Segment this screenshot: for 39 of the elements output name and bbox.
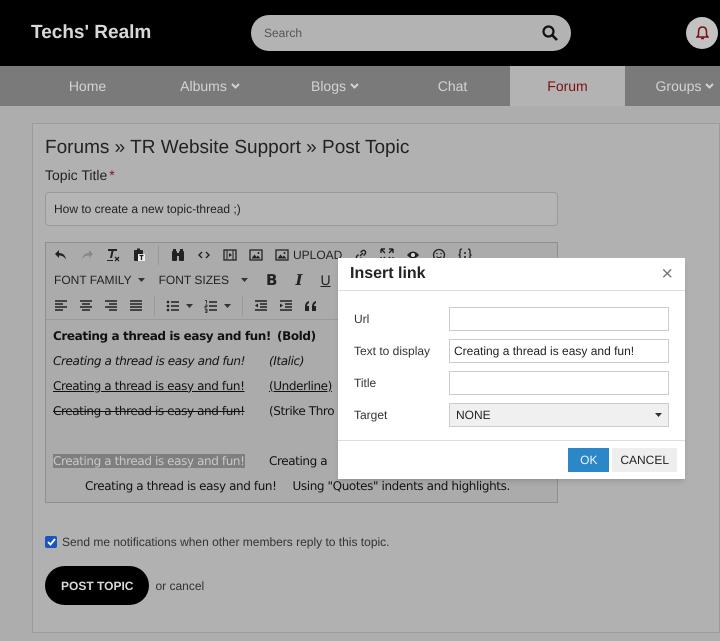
editor-text: (Strike Thro (269, 402, 334, 420)
search-field[interactable]: Search (251, 15, 571, 51)
editor-text: (Italic) (269, 352, 304, 370)
editor-text: Creating a thread is easy and fun! (53, 404, 245, 418)
cancel-link[interactable]: or cancel (155, 576, 204, 594)
close-button[interactable]: × (661, 264, 673, 284)
required-mark: * (109, 166, 115, 185)
field-label: Text to display (354, 343, 432, 360)
editor-text: Creating a thread is easy and fun! (85, 478, 277, 492)
editor-text: (Bold) (277, 328, 316, 344)
search-input[interactable]: Search (264, 24, 542, 42)
page-title: Forums » TR Website Support » Post Topic (45, 136, 410, 160)
editor-text: Creating a thread is easy and fun! (53, 354, 246, 368)
field-label: Topic Title (45, 166, 108, 185)
italic-button[interactable]: I (295, 268, 302, 292)
font-family-dropdown[interactable]: FONT FAMILY (54, 271, 145, 289)
site-logo[interactable]: Techs' Realm (31, 18, 251, 48)
font-size-dropdown[interactable]: FONT SIZES (158, 271, 248, 289)
post-topic-button[interactable]: POST TOPIC (45, 566, 150, 605)
cancel-button[interactable]: CANCEL (612, 448, 677, 472)
bold-button[interactable]: B (266, 268, 278, 292)
input-field[interactable]: Creating a thread is easy and fun! (449, 339, 669, 363)
editor-text: Creating a thread is easy and fun! (53, 378, 245, 392)
editor-text: Using "Quotes" indents and highlights. (292, 478, 510, 494)
field-label: Target (354, 407, 388, 424)
checkbox-label: Send me notifications when other members reply to this topic. (62, 534, 390, 551)
field-label: Title (354, 375, 378, 392)
editor-text: Creating a thread is easy and fun! (53, 454, 245, 468)
editor-text: (Underline) (269, 378, 332, 394)
field-label: Url (354, 311, 370, 328)
editor-text: Creating a (269, 452, 328, 470)
topic-title-field[interactable]: How to create a new topic-thread ;) (45, 192, 558, 226)
ok-button[interactable]: OK (568, 448, 610, 472)
underline-button[interactable]: U (320, 270, 331, 290)
nav-tab[interactable]: Forum (510, 66, 625, 106)
upload-button[interactable]: UPLOAD (275, 246, 342, 264)
target-select[interactable]: NONE (449, 403, 669, 427)
editor-text: Creating a thread is easy and fun! (53, 328, 271, 342)
dialog-title: Insert link (350, 264, 426, 284)
